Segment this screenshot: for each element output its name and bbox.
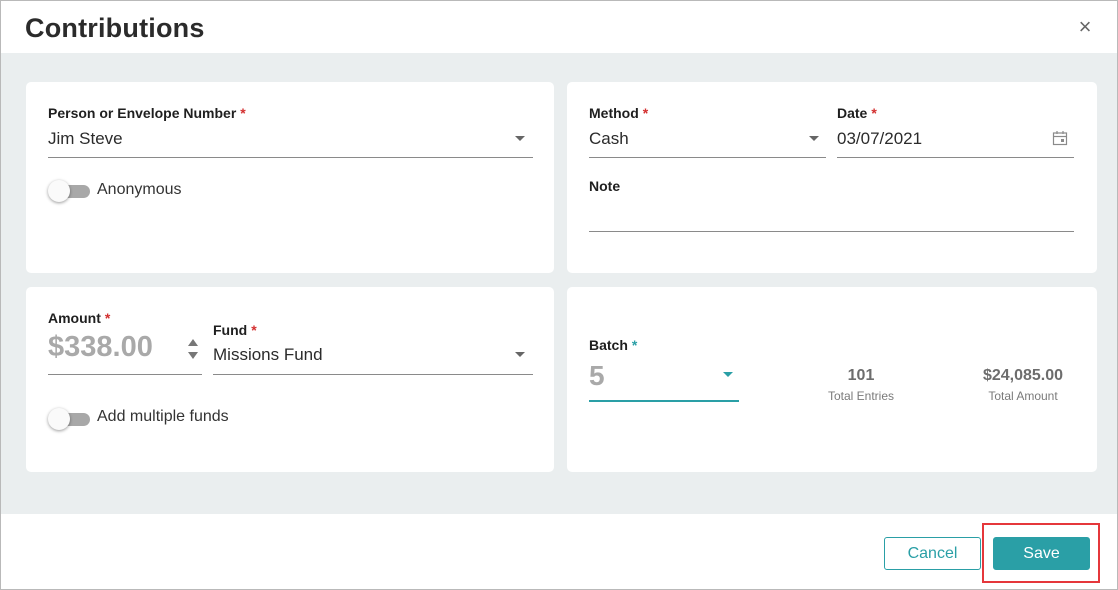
required-marker: * [104,310,111,326]
amount-underline [48,374,202,375]
multiple-funds-toggle[interactable] [48,408,90,430]
method-date-card: Method * Cash Date * 03/07/2021 Note [567,82,1097,273]
fund-label: Fund * [213,322,257,338]
toggle-knob [48,180,70,202]
date-label: Date * [837,105,877,121]
batch-label-text: Batch [589,337,628,353]
calendar-icon[interactable] [1052,130,1068,146]
required-marker: * [631,337,638,353]
method-label-text: Method [589,105,639,121]
dialog-title: Contributions [25,13,205,43]
anonymous-toggle[interactable] [48,180,90,202]
total-amount-value: $24,085.00 [982,367,1064,384]
method-underline [589,157,826,158]
note-input[interactable] [589,206,1074,230]
amount-fund-card: Amount * $338.00 Fund * Missions Fund Add … [26,287,554,472]
dialog-footer: Cancel Save [1,514,1117,589]
person-underline [48,157,533,158]
stepper-down-icon[interactable] [188,352,198,359]
total-amount-caption: Total Amount [988,389,1058,403]
fund-label-text: Fund [213,322,248,338]
person-label: Person or Envelope Number * [48,105,246,121]
amount-input[interactable]: $338.00 [48,331,153,364]
anonymous-label: Anonymous [97,181,182,198]
note-underline [589,231,1074,232]
cancel-button[interactable]: Cancel [884,537,981,570]
chevron-down-icon[interactable] [809,136,819,141]
date-label-text: Date [837,105,868,121]
total-entries-caption: Total Entries [827,389,895,403]
person-label-text: Person or Envelope Number [48,105,237,121]
toggle-knob [48,408,70,430]
amount-stepper[interactable] [188,339,198,361]
dialog-body: Person or Envelope Number * Jim Steve Ano… [1,53,1117,514]
required-marker: * [240,105,246,121]
required-marker: * [642,105,649,121]
fund-underline [213,374,533,375]
date-input[interactable]: 03/07/2021 [837,129,922,149]
close-icon[interactable]: × [1075,16,1095,38]
stepper-up-icon[interactable] [188,339,198,346]
amount-label-text: Amount [48,310,101,326]
batch-select[interactable]: 5 [589,360,605,392]
required-marker: * [251,322,257,338]
chevron-down-icon[interactable] [723,372,733,377]
contributions-dialog: Contributions × Person or Envelope Numbe… [0,0,1118,590]
batch-card: Batch * 5 101 Total Entries $24,085.00 To… [567,287,1097,472]
batch-underline [589,400,739,402]
note-label: Note [589,178,621,194]
total-entries-value: 101 [847,367,875,384]
amount-label: Amount * [48,310,110,326]
batch-label: Batch * [589,337,637,353]
required-marker: * [871,105,877,121]
chevron-down-icon[interactable] [515,352,525,357]
dialog-header: Contributions × [1,1,1117,53]
person-select[interactable]: Jim Steve [48,129,123,149]
chevron-down-icon[interactable] [515,136,525,141]
fund-select[interactable]: Missions Fund [213,345,323,365]
date-underline [837,157,1074,158]
person-card: Person or Envelope Number * Jim Steve Ano… [26,82,554,273]
multiple-funds-label: Add multiple funds [97,408,229,425]
method-label: Method * [589,105,648,121]
method-select[interactable]: Cash [589,129,629,149]
save-button[interactable]: Save [993,537,1090,570]
